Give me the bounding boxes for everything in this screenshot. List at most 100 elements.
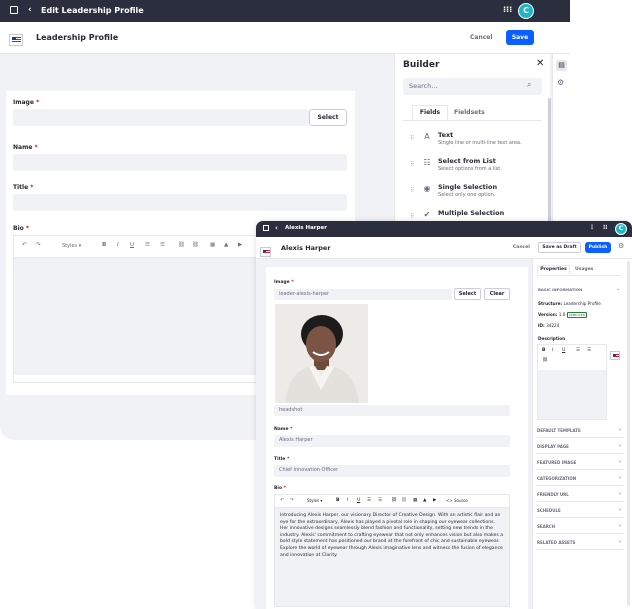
unlink-icon[interactable]: ⛓ [192, 242, 199, 248]
language-flag-icon[interactable] [610, 351, 620, 360]
back-header: Leadership Profile Cancel Save [0, 22, 570, 54]
ordered-list-icon[interactable]: ☰ [145, 242, 150, 248]
back-arrow-icon[interactable]: ‹ [28, 5, 32, 15]
tab-fields[interactable]: Fields [412, 105, 448, 121]
user-avatar[interactable]: C [518, 3, 534, 19]
image-icon[interactable]: ▲ [224, 242, 228, 248]
tab-properties[interactable]: Properties [537, 265, 570, 275]
italic-icon[interactable]: I [117, 242, 119, 248]
description-content[interactable] [538, 370, 606, 419]
underline-icon[interactable]: U [357, 498, 360, 503]
styles-dropdown[interactable]: Styles ▾ [62, 243, 81, 249]
image-icon[interactable]: ▲ [423, 498, 426, 503]
bio-content[interactable]: Introducing Alexis Harper, our visionary… [275, 508, 509, 606]
settings-gear-icon[interactable]: ⚙ [618, 242, 624, 250]
kebab-menu-icon[interactable]: ⋮ [589, 224, 595, 231]
builder-scrollbar[interactable] [548, 98, 551, 224]
bold-icon[interactable]: B [542, 348, 545, 353]
ordered-list-icon[interactable]: ☰ [367, 498, 371, 503]
table-icon[interactable]: ▦ [210, 242, 215, 248]
apps-grid-icon[interactable]: ⁝⁝ [603, 224, 608, 231]
video-icon[interactable]: ▶ [238, 242, 242, 248]
link-icon[interactable]: ⛓ [542, 358, 548, 363]
structure-row: Structure: Leadership Profile [538, 301, 601, 306]
undo-icon[interactable]: ↶ [22, 242, 27, 248]
title-input[interactable] [13, 194, 347, 211]
cancel-button[interactable]: Cancel [513, 245, 530, 250]
image-label: Image * [274, 280, 294, 285]
section-related-assets[interactable]: RELATED ASSETS › [537, 536, 623, 550]
flag-icon[interactable] [260, 247, 271, 257]
italic-icon[interactable]: I [347, 498, 348, 503]
image-caption-input[interactable]: headshot [274, 405, 510, 416]
image-select-button[interactable]: Select [454, 288, 481, 300]
title-input[interactable]: Chief Innovation Officer [274, 465, 510, 477]
builder-item-single-selection[interactable]: ⠿ ◉ Single Selection Select only one opt… [395, 183, 545, 207]
close-icon[interactable]: ✕ [536, 58, 544, 69]
section-display-page[interactable]: DISPLAY PAGE › [537, 440, 623, 454]
sidebar-toggle-icon[interactable] [10, 6, 18, 14]
image-select-button[interactable]: Select [309, 109, 347, 126]
bio-editor[interactable]: ↶ ↷ Styles ▾ B I U ☰ ☰ ⛓ ⛓ ▦ ▲ ▶ <> Sour… [274, 494, 510, 607]
undo-icon[interactable]: ↶ [280, 498, 284, 503]
link-icon[interactable]: ⛓ [178, 242, 185, 248]
table-icon[interactable]: ▦ [413, 498, 417, 503]
section-featured-image[interactable]: FEATURED IMAGE › [537, 456, 623, 470]
builder-search-input[interactable]: Search... ⌕ [403, 78, 542, 95]
unordered-list-icon[interactable]: ☰ [378, 498, 382, 503]
image-input[interactable]: leader-alexis-harper [274, 289, 452, 300]
basic-information-heading[interactable]: BASIC INFORMATION [538, 287, 582, 292]
drag-handle-icon[interactable]: ⠿ [410, 135, 414, 142]
section-categorization[interactable]: CATEGORIZATION › [537, 472, 623, 486]
bold-icon[interactable]: B [102, 242, 106, 248]
tab-usages[interactable]: Usages [575, 267, 593, 272]
image-input[interactable] [13, 109, 309, 126]
flag-icon[interactable] [9, 34, 23, 46]
redo-icon[interactable]: ↷ [36, 242, 41, 248]
ordered-list-icon[interactable]: ☰ [576, 348, 580, 353]
builder-item-select-from-list[interactable]: ⠿ ☷ Select from List Select options from… [395, 157, 545, 181]
source-button[interactable]: <> Source [446, 498, 468, 503]
section-friendly-url[interactable]: FRIENDLY URL › [537, 488, 623, 502]
panel-scrollbar[interactable] [627, 261, 630, 606]
settings-gear-icon[interactable]: ⚙ [557, 78, 564, 87]
name-input[interactable] [13, 154, 347, 171]
link-icon[interactable]: ⛓ [391, 498, 397, 503]
cancel-button[interactable]: Cancel [470, 34, 492, 41]
underline-icon[interactable]: U [130, 242, 134, 248]
underline-icon[interactable]: U [562, 348, 565, 353]
section-search[interactable]: SEARCH › [537, 520, 623, 534]
unlink-icon[interactable]: ⛓ [401, 498, 407, 503]
user-avatar[interactable]: C [615, 223, 627, 235]
back-arrow-icon[interactable]: ‹ [275, 224, 278, 232]
chevron-down-icon[interactable]: ⌄ [616, 286, 620, 292]
tab-fieldsets[interactable]: Fieldsets [454, 109, 485, 116]
sidebar-toggle-icon[interactable] [263, 225, 269, 231]
builder-rail-icon[interactable]: ▤ [556, 60, 567, 71]
apps-grid-icon[interactable]: ⁝⁝⁝ [503, 5, 512, 14]
builder-item-text[interactable]: ⠿ A Text Single line or multi-line text … [395, 131, 545, 155]
bio-label: Bio * [13, 225, 29, 232]
bold-icon[interactable]: B [336, 498, 339, 503]
styles-dropdown[interactable]: Styles ▾ [307, 498, 322, 503]
name-label: Name * [13, 144, 38, 151]
description-editor[interactable]: B I U ☰ ☰ ⛓ [537, 344, 607, 420]
section-default-template[interactable]: DEFAULT TEMPLATE › [537, 424, 623, 438]
publish-button[interactable]: Publish [585, 242, 611, 253]
video-icon[interactable]: ▶ [433, 498, 436, 503]
image-clear-button[interactable]: Clear [484, 288, 510, 300]
name-input[interactable]: Alexis Harper [274, 435, 510, 447]
drag-handle-icon[interactable]: ⠿ [410, 213, 414, 220]
unordered-list-icon[interactable]: ☰ [160, 242, 165, 248]
save-as-draft-button[interactable]: Save as Draft [538, 242, 581, 253]
front-form-card: Image * leader-alexis-harper Select Clea… [266, 267, 528, 609]
save-button[interactable]: Save [506, 30, 534, 45]
builder-panel: Builder ✕ Search... ⌕ Fields Fieldsets ⠿… [394, 54, 551, 224]
redo-icon[interactable]: ↷ [290, 498, 294, 503]
bio-toolbar: ↶ ↷ Styles ▾ B I U ☰ ☰ ⛓ ⛓ ▦ ▲ ▶ <> Sour… [275, 495, 509, 508]
unordered-list-icon[interactable]: ☰ [587, 348, 591, 353]
italic-icon[interactable]: I [552, 348, 553, 353]
drag-handle-icon[interactable]: ⠿ [410, 161, 414, 168]
section-schedule[interactable]: SCHEDULE › [537, 504, 623, 518]
drag-handle-icon[interactable]: ⠿ [410, 187, 414, 194]
